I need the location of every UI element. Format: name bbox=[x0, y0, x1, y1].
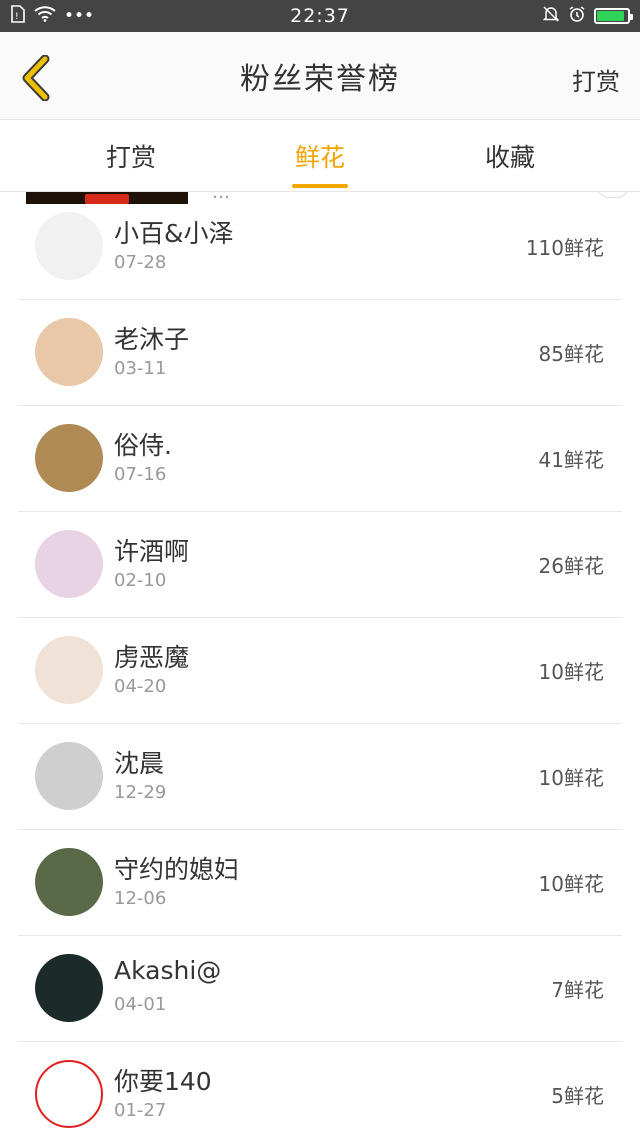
avatar bbox=[35, 954, 103, 1022]
battery-level bbox=[597, 11, 624, 21]
date: 04-20 bbox=[114, 676, 167, 697]
mute-bell-icon bbox=[542, 5, 560, 27]
date: 03-11 bbox=[114, 358, 167, 379]
back-button[interactable] bbox=[14, 54, 58, 102]
user-name: Akashi@ bbox=[114, 956, 222, 985]
tab-bar: 打赏 鲜花 收藏 bbox=[0, 120, 640, 192]
list-item[interactable]: 老沐子 03-11 85鲜花 bbox=[18, 300, 622, 406]
tab-reward[interactable]: 打赏 bbox=[61, 120, 201, 192]
list-item[interactable]: 小百&小泽 07-28 110鲜花 bbox=[18, 194, 622, 300]
page-title: 粉丝荣誉榜 bbox=[240, 61, 400, 97]
date: 04-01 bbox=[114, 994, 167, 1015]
reward-button[interactable]: 打赏 bbox=[572, 62, 620, 97]
tab-active-indicator bbox=[292, 184, 348, 188]
avatar bbox=[35, 530, 103, 598]
user-name: 老沐子 bbox=[114, 325, 190, 354]
sim-icon: ! bbox=[10, 5, 26, 27]
ranking-list[interactable]: … 小百&小泽 07-28 110鲜花 老沐子 03-11 85鲜花 俗侍. 0… bbox=[0, 192, 640, 1138]
flower-count: 110鲜花 bbox=[525, 236, 604, 260]
more-dots: ••• bbox=[64, 5, 95, 26]
battery-icon bbox=[594, 8, 633, 24]
flower-count: 7鲜花 bbox=[551, 978, 604, 1002]
user-name: 许酒啊 bbox=[114, 537, 190, 566]
user-name: 沈晨 bbox=[114, 749, 165, 778]
list-item[interactable]: 你要140 01-27 5鲜花 bbox=[18, 1042, 622, 1138]
date: 12-06 bbox=[114, 888, 167, 909]
alarm-icon bbox=[568, 5, 586, 27]
flower-count: 10鲜花 bbox=[538, 872, 604, 896]
user-name: 守约的媳妇 bbox=[114, 855, 240, 884]
user-name: 俗侍. bbox=[114, 431, 172, 460]
date: 01-27 bbox=[114, 1100, 167, 1121]
date: 07-16 bbox=[114, 464, 167, 485]
list-item[interactable]: 沈晨 12-29 10鲜花 bbox=[18, 724, 622, 830]
avatar bbox=[35, 1060, 103, 1128]
tab-favorites[interactable]: 收藏 bbox=[440, 120, 580, 192]
avatar bbox=[35, 212, 103, 280]
tab-label: 收藏 bbox=[484, 143, 535, 172]
flower-count: 26鲜花 bbox=[538, 554, 604, 578]
flower-count: 41鲜花 bbox=[538, 448, 604, 472]
nav-bar: 粉丝荣誉榜 打赏 bbox=[0, 32, 640, 120]
flower-count: 10鲜花 bbox=[538, 660, 604, 684]
list-item[interactable]: 俗侍. 07-16 41鲜花 bbox=[18, 406, 622, 512]
date: 07-28 bbox=[114, 252, 167, 273]
avatar bbox=[35, 848, 103, 916]
flower-count: 5鲜花 bbox=[551, 1084, 604, 1108]
svg-text:!: ! bbox=[15, 12, 19, 22]
list-item[interactable]: Akashi@ 04-01 7鲜花 bbox=[18, 936, 622, 1042]
user-name: 你要140 bbox=[114, 1067, 212, 1096]
avatar bbox=[35, 742, 103, 810]
user-name: 小百&小泽 bbox=[114, 219, 234, 248]
list-item[interactable]: 虏恶魔 04-20 10鲜花 bbox=[18, 618, 622, 724]
list-item[interactable]: 许酒啊 02-10 26鲜花 bbox=[18, 512, 622, 618]
status-left: ! ••• bbox=[10, 5, 94, 27]
flower-count: 10鲜花 bbox=[538, 766, 604, 790]
list-item[interactable]: 守约的媳妇 12-06 10鲜花 bbox=[18, 830, 622, 936]
tab-flowers[interactable]: 鲜花 bbox=[250, 120, 390, 192]
avatar bbox=[35, 636, 103, 704]
flower-count: 85鲜花 bbox=[538, 342, 604, 366]
chevron-left-icon bbox=[22, 55, 50, 101]
avatar bbox=[35, 424, 103, 492]
user-name: 虏恶魔 bbox=[114, 643, 190, 672]
tab-label: 打赏 bbox=[105, 143, 156, 172]
date: 02-10 bbox=[114, 570, 167, 591]
status-bar: ! ••• 22:37 bbox=[0, 0, 640, 32]
tab-label: 鲜花 bbox=[294, 143, 345, 172]
avatar bbox=[35, 318, 103, 386]
status-time: 22:37 bbox=[290, 5, 350, 27]
date: 12-29 bbox=[114, 782, 167, 803]
status-right bbox=[542, 5, 633, 27]
wifi-icon bbox=[34, 6, 56, 26]
